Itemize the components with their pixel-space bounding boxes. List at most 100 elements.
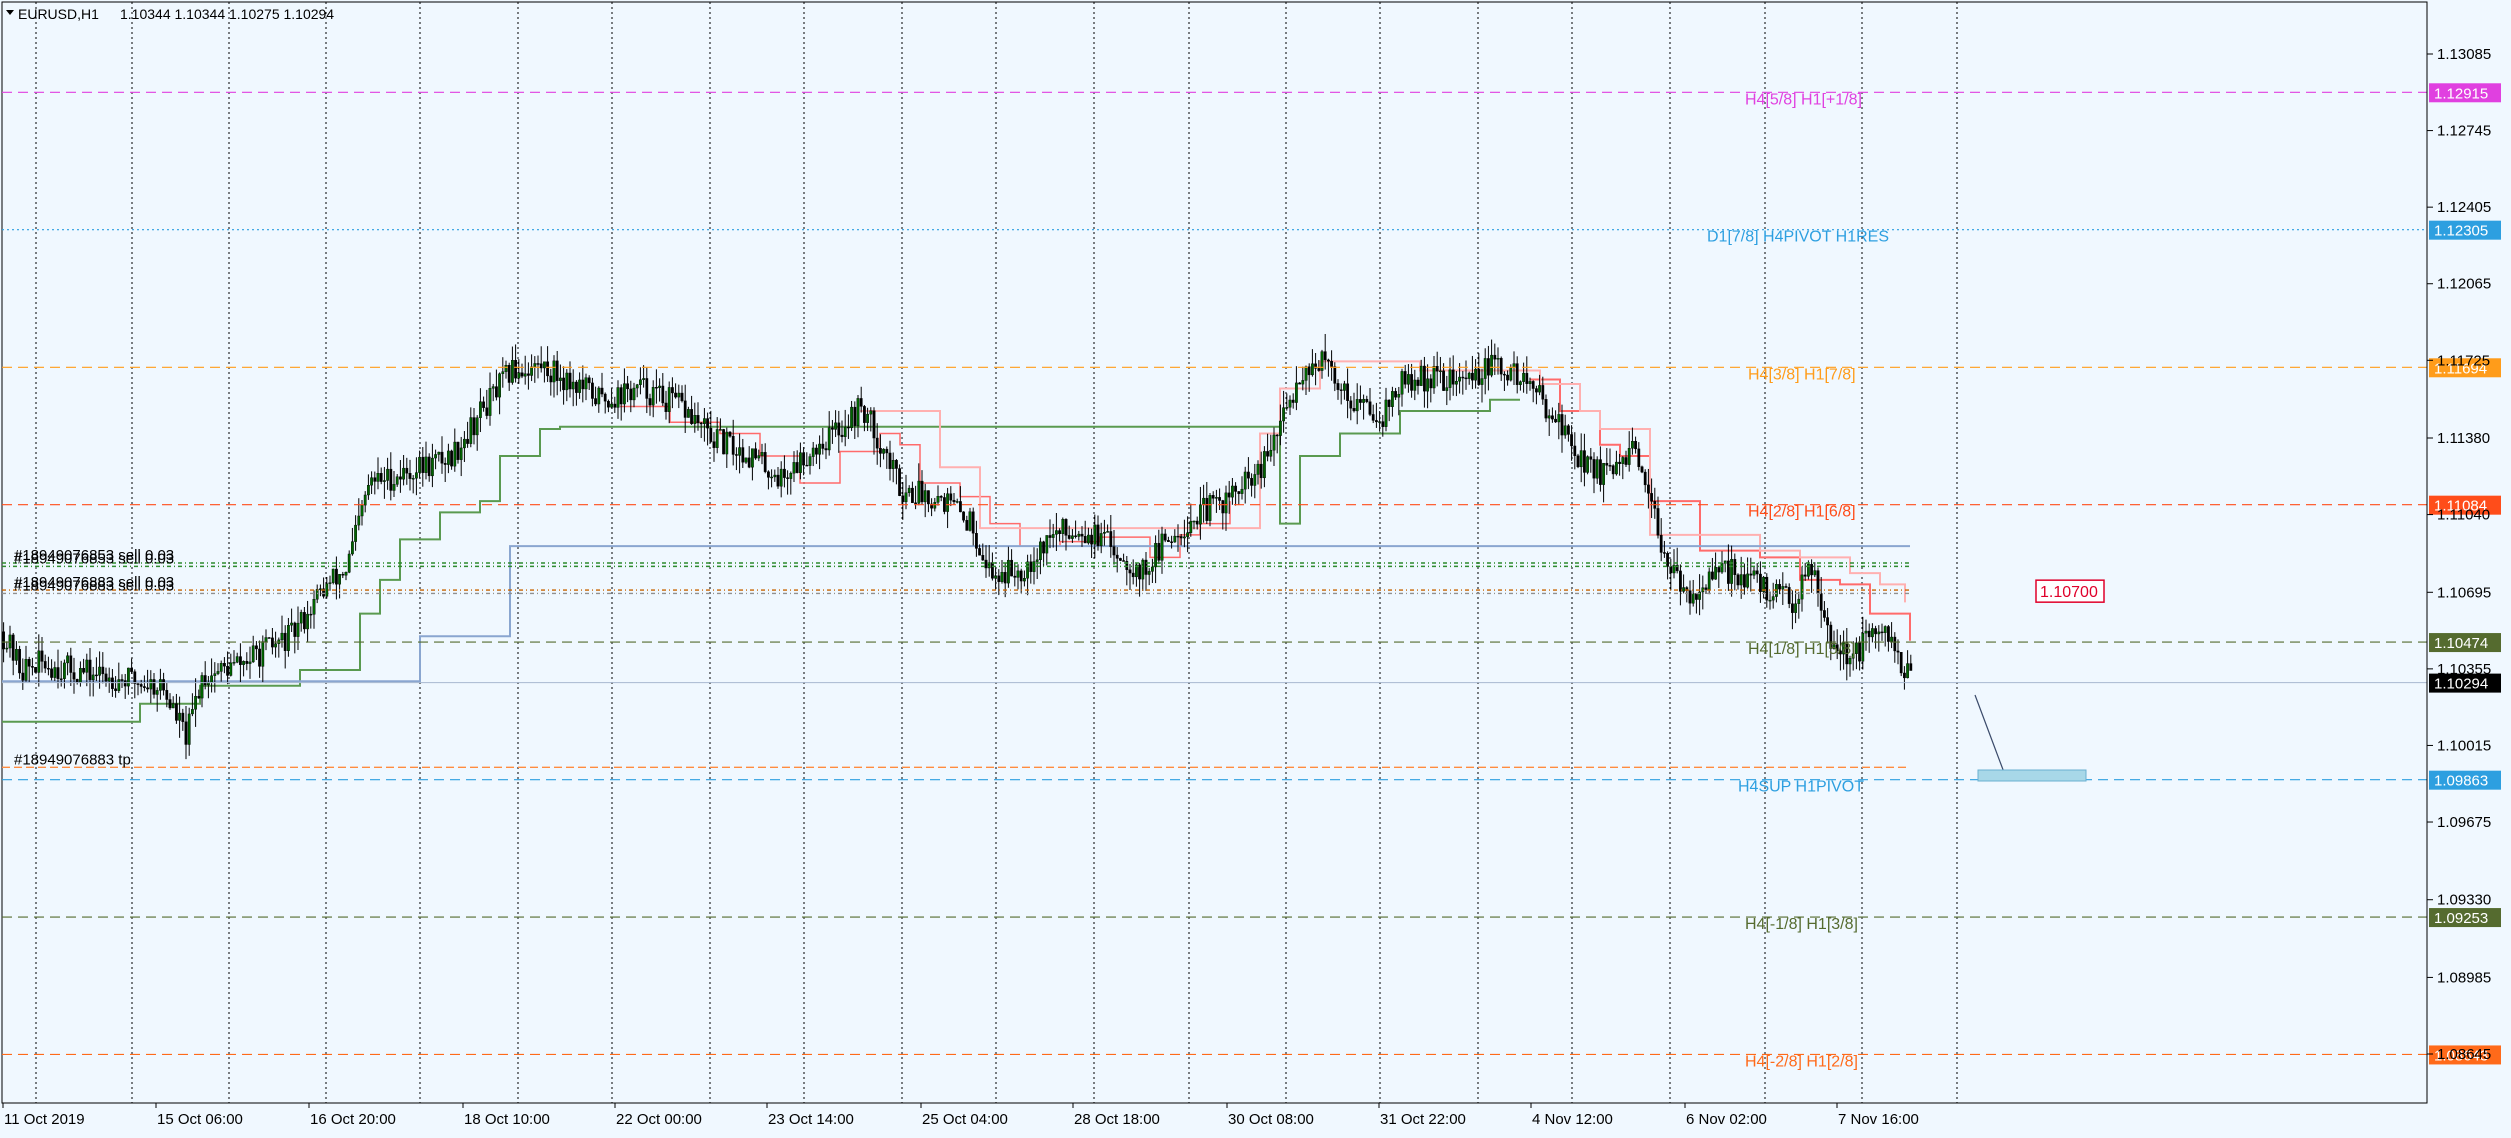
candle-body	[546, 361, 550, 377]
candle-body	[1253, 474, 1257, 486]
candle-body	[879, 448, 882, 454]
candle-body	[1394, 391, 1398, 398]
candle-body	[1461, 376, 1465, 379]
candle-body	[222, 663, 226, 667]
candle-body	[248, 661, 252, 664]
candle-body	[1614, 461, 1618, 475]
price-tick-label: 1.10355	[2437, 661, 2491, 678]
candle-body	[415, 472, 418, 479]
candle-body	[133, 671, 137, 684]
price-chart[interactable]: H4[5/8] H1[+1/8] 1.12915 D1[7/8] H4PIVOT H…	[0, 0, 2511, 1133]
candle-body	[719, 429, 722, 431]
candle-body	[815, 447, 818, 455]
candle-body	[1144, 559, 1148, 575]
candle-body	[1752, 570, 1756, 576]
price-tick-label: 1.08985	[2437, 969, 2491, 986]
candle-body	[1650, 493, 1654, 502]
candle-body	[443, 463, 447, 465]
candle-body	[1768, 599, 1772, 602]
candle-body	[1147, 571, 1151, 575]
candle-body	[1317, 368, 1321, 371]
price-box-text: 1.09253	[2434, 910, 2488, 927]
candle-body	[754, 448, 758, 459]
candle-body	[216, 671, 220, 674]
candle-body	[31, 666, 34, 668]
candle-body	[72, 672, 76, 680]
candle-body	[107, 677, 111, 682]
chart-header: EURUSD,H1 1.10344 1.10344 1.10275 1.1029…	[6, 6, 334, 22]
candle-body	[383, 480, 386, 482]
candle-body	[309, 613, 313, 616]
candle-body	[1784, 586, 1788, 588]
candle-body	[578, 379, 582, 393]
candle-body	[1781, 586, 1785, 590]
candle-body	[1691, 593, 1695, 604]
candle-body	[1304, 366, 1308, 381]
candle-body	[91, 674, 95, 681]
candle-body	[1160, 533, 1164, 561]
candle-body	[1323, 351, 1327, 361]
candle-body	[959, 501, 962, 513]
price-box-text: 1.12915	[2434, 85, 2488, 102]
candle-body	[1019, 570, 1023, 582]
candle-body	[485, 407, 489, 416]
candle-body	[229, 662, 233, 676]
candle-body	[219, 663, 223, 672]
candle-body	[1381, 421, 1385, 427]
candle-body	[1659, 534, 1663, 553]
candle-body	[1896, 650, 1900, 653]
candle-body	[968, 511, 972, 531]
candle-body	[1605, 462, 1609, 466]
candle-body	[1550, 415, 1554, 420]
time-tick-label: 31 Oct 22:00	[1380, 1111, 1466, 1128]
candle-body	[367, 485, 370, 496]
candle-body	[712, 441, 716, 448]
candle-body	[1397, 393, 1401, 398]
candle-body	[469, 417, 473, 444]
candle-body	[335, 568, 338, 585]
candle-body	[142, 686, 146, 688]
candle-body	[587, 377, 591, 384]
candle-body	[1390, 391, 1394, 407]
target-zone[interactable]	[1977, 769, 2087, 782]
candle-body	[488, 388, 492, 416]
candle-body	[85, 659, 89, 673]
candle-body	[1099, 533, 1103, 546]
candle-body	[696, 415, 700, 424]
candle-body	[706, 418, 710, 429]
candle-body	[1208, 495, 1212, 521]
candle-body	[411, 478, 415, 480]
candle-body	[834, 422, 838, 430]
price-tick-label: 1.13085	[2437, 46, 2491, 63]
alert-price-box[interactable]: 1.10700	[2035, 579, 2105, 603]
candle-body	[1230, 485, 1234, 498]
candle-body	[530, 366, 534, 376]
time-tick-label: 23 Oct 14:00	[768, 1111, 854, 1128]
candle-body	[1093, 524, 1097, 545]
candle-body	[1707, 571, 1711, 590]
candle-body	[1624, 457, 1628, 465]
candle-body	[1445, 387, 1449, 391]
candle-body	[1310, 363, 1314, 376]
candle-body	[975, 533, 978, 549]
candle-body	[911, 487, 914, 503]
candle-body	[715, 429, 719, 448]
candle-body	[632, 387, 636, 401]
candle-body	[1694, 593, 1698, 600]
candle-body	[1566, 425, 1570, 435]
candle-body	[738, 447, 742, 456]
candle-body	[1291, 399, 1295, 403]
candle-body	[1435, 366, 1439, 372]
candle-body	[1493, 354, 1497, 360]
candle-body	[427, 456, 431, 477]
candle-body	[1496, 358, 1500, 360]
candle-body	[1333, 366, 1337, 384]
candle-body	[1765, 576, 1769, 601]
candle-body	[927, 490, 930, 505]
candle-body	[1330, 360, 1334, 367]
candle-body	[955, 501, 959, 503]
candle-body	[1198, 504, 1202, 525]
level-label-h4-m2-8: H4[-2/8] H1[2/8]	[1745, 1053, 1858, 1070]
chart-window[interactable]: H4[5/8] H1[+1/8] 1.12915 D1[7/8] H4PIVOT H…	[0, 0, 2511, 1133]
candle-body	[24, 658, 28, 681]
